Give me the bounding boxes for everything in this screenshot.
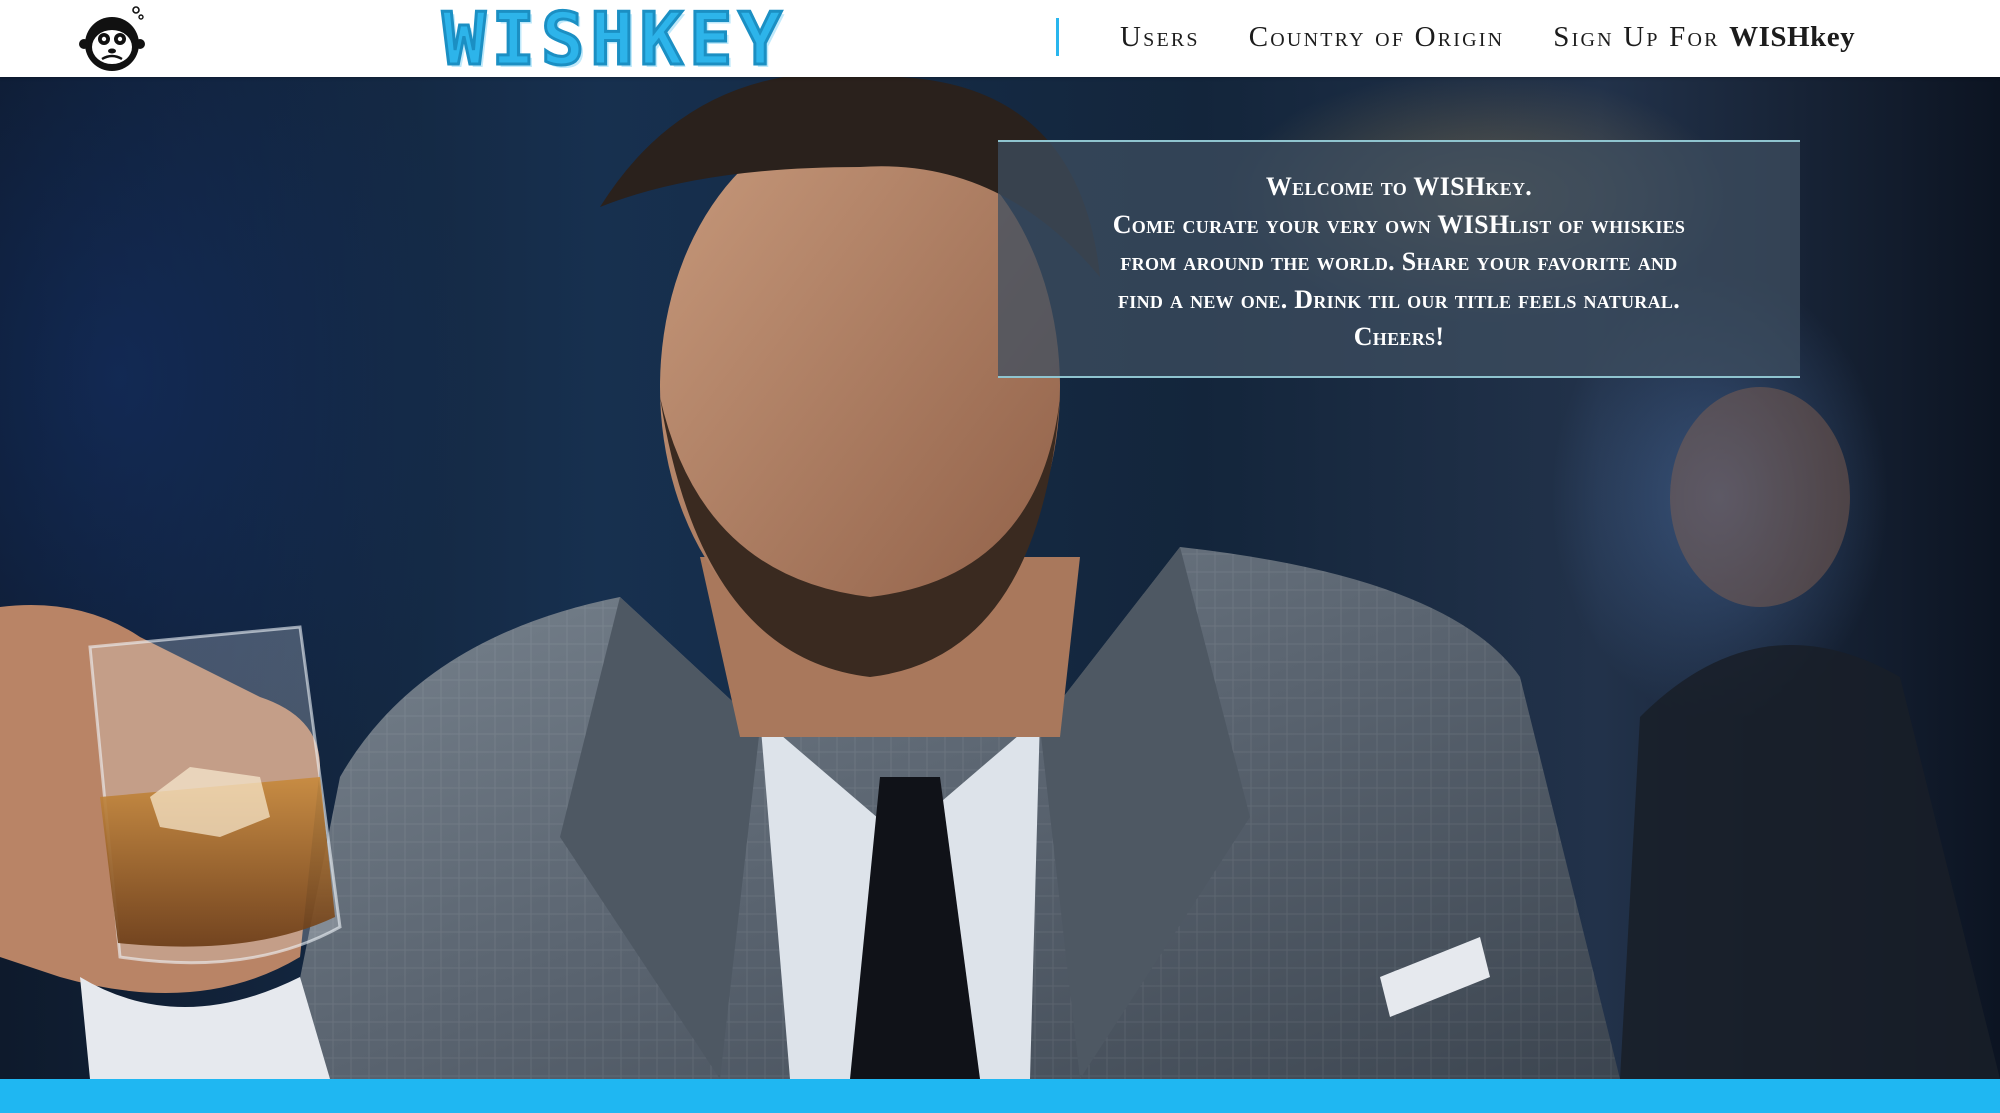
nav-divider [1056, 18, 1059, 56]
main-nav: Users Country of Origin Sign Up For WISH… [1120, 0, 1855, 74]
nav-link-users[interactable]: Users [1120, 21, 1200, 54]
welcome-line: Welcome to WISHkey. [1265, 172, 1533, 201]
welcome-line: from around the world. Share your favori… [1120, 247, 1678, 276]
nav-link-sign-up[interactable]: Sign Up For WISHkey [1553, 21, 1855, 54]
welcome-line: find a new one. Drink til our title feel… [1117, 284, 1681, 314]
footer-accent-bar [0, 1079, 2000, 1113]
sign-up-brand: WISHkey [1729, 20, 1856, 53]
site-header: WISHKEY Users Country of Origin Sign Up … [0, 0, 2000, 77]
welcome-line: Come curate your very own WISHlist of wh… [1112, 209, 1686, 239]
nav-link-country-of-origin[interactable]: Country of Origin [1249, 21, 1505, 54]
welcome-line: Cheers! [1353, 322, 1445, 351]
monkey-face-icon[interactable] [78, 4, 152, 74]
sign-up-label: Sign Up For [1553, 20, 1720, 53]
brand-wordmark[interactable]: WISHKEY [420, 0, 810, 77]
hero-section: Welcome to WISHkey. Come curate your ver… [0, 77, 2000, 1079]
welcome-message-box: Welcome to WISHkey. Come curate your ver… [998, 140, 1800, 378]
brand-wordmark-text: WISHKEY [441, 0, 788, 81]
